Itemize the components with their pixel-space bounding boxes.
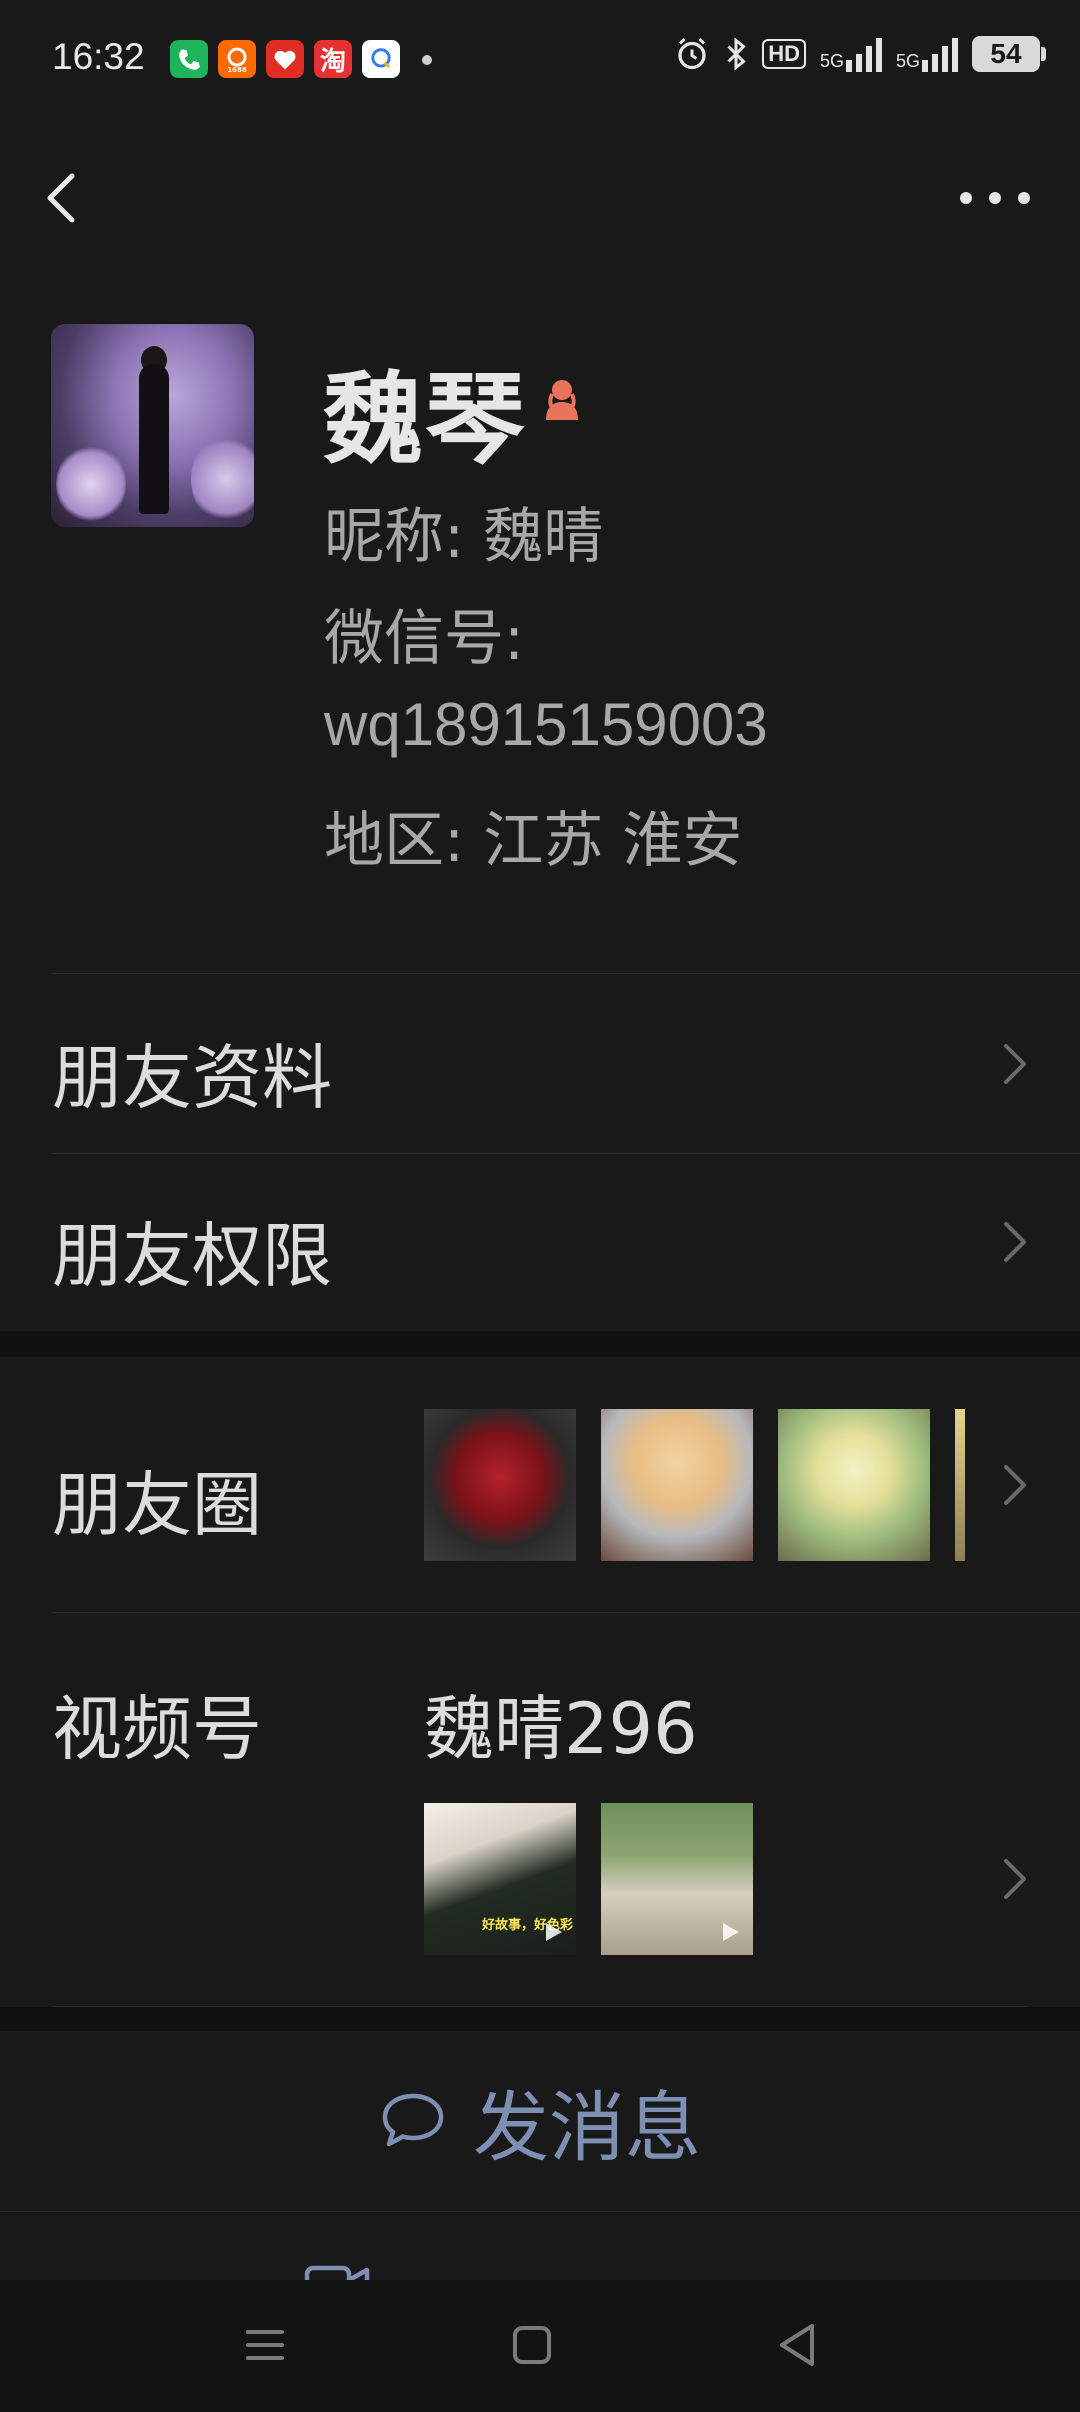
play-icon — [723, 1923, 739, 1941]
moments-thumbnail — [424, 1409, 576, 1561]
more-dot-icon — [960, 192, 972, 204]
more-dot-icon — [989, 192, 1001, 204]
female-gender-icon — [546, 380, 578, 420]
contact-profile-page: 16:32 1688 淘 HD 5G 5G 54 魏琴 昵称: 魏晴 微信号: … — [0, 0, 1080, 2412]
play-icon — [546, 1923, 562, 1941]
menu-icon[interactable] — [230, 2310, 300, 2380]
signal-1-icon: 5G — [820, 36, 882, 72]
system-navigation-bar — [0, 2280, 1080, 2412]
contact-name: 魏琴 — [323, 361, 527, 478]
chevron-right-icon — [1004, 1044, 1026, 1084]
home-square-icon[interactable] — [497, 2310, 567, 2380]
chevron-right-icon — [1004, 1859, 1026, 1899]
friend-info-label: 朋友资料 — [52, 1037, 332, 1119]
friend-permissions-label: 朋友权限 — [52, 1215, 332, 1297]
back-triangle-icon[interactable] — [762, 2310, 832, 2380]
channels-row[interactable]: 视频号 魏晴296 好故事，好色彩 — [0, 1613, 1080, 2006]
region-text: 地区: 江苏 淮安 — [324, 806, 743, 876]
wechat-id-label: 微信号: — [324, 604, 525, 674]
send-message-label: 发消息 — [473, 2083, 701, 2172]
moments-thumbnail — [955, 1409, 965, 1561]
qq-app-icon — [362, 40, 400, 78]
friend-permissions-row[interactable]: 朋友权限 — [0, 1154, 1080, 1330]
chat-bubble-icon — [382, 2093, 444, 2147]
back-button[interactable] — [38, 168, 88, 228]
hd-badge: HD — [762, 39, 806, 69]
channel-video-thumbnail — [601, 1803, 753, 1955]
moments-thumbnail — [601, 1409, 753, 1561]
status-indicators: HD 5G 5G 54 — [674, 36, 1046, 72]
moments-thumbnail — [778, 1409, 930, 1561]
channel-video-thumbnail: 好故事，好色彩 — [424, 1803, 576, 1955]
chevron-right-icon — [1004, 1465, 1026, 1505]
more-options-button[interactable] — [960, 180, 1030, 216]
phone-app-icon — [170, 40, 208, 78]
status-time: 16:32 — [52, 36, 145, 77]
avatar[interactable] — [51, 324, 254, 527]
section-separator — [0, 1331, 1080, 1357]
status-bar: 16:32 1688 淘 HD 5G 5G 54 — [0, 0, 1080, 120]
wechat-id-value: wq18915159003 — [324, 691, 768, 758]
channels-name: 魏晴296 — [424, 1688, 698, 1770]
svg-text:1688: 1688 — [227, 66, 247, 74]
signal-2-icon: 5G — [896, 36, 958, 72]
section-separator — [0, 2007, 1080, 2031]
moments-label: 朋友圈 — [52, 1464, 262, 1546]
notification-dot — [422, 55, 432, 65]
1688-app-icon: 1688 — [218, 40, 256, 78]
moments-row[interactable]: 朋友圈 — [0, 1357, 1080, 1612]
pinduoduo-app-icon — [266, 40, 304, 78]
channels-label: 视频号 — [52, 1688, 262, 1770]
taobao-app-icon: 淘 — [314, 40, 352, 78]
friend-info-row[interactable]: 朋友资料 — [0, 974, 1080, 1152]
chevron-left-icon — [47, 173, 75, 223]
more-dot-icon — [1018, 192, 1030, 204]
send-message-button[interactable]: 发消息 — [0, 2031, 1080, 2211]
chevron-right-icon — [1004, 1222, 1026, 1262]
bluetooth-icon — [727, 37, 746, 71]
nickname-text: 昵称: 魏晴 — [324, 502, 604, 572]
alarm-icon — [678, 37, 706, 70]
battery-icon: 54 — [972, 36, 1046, 72]
